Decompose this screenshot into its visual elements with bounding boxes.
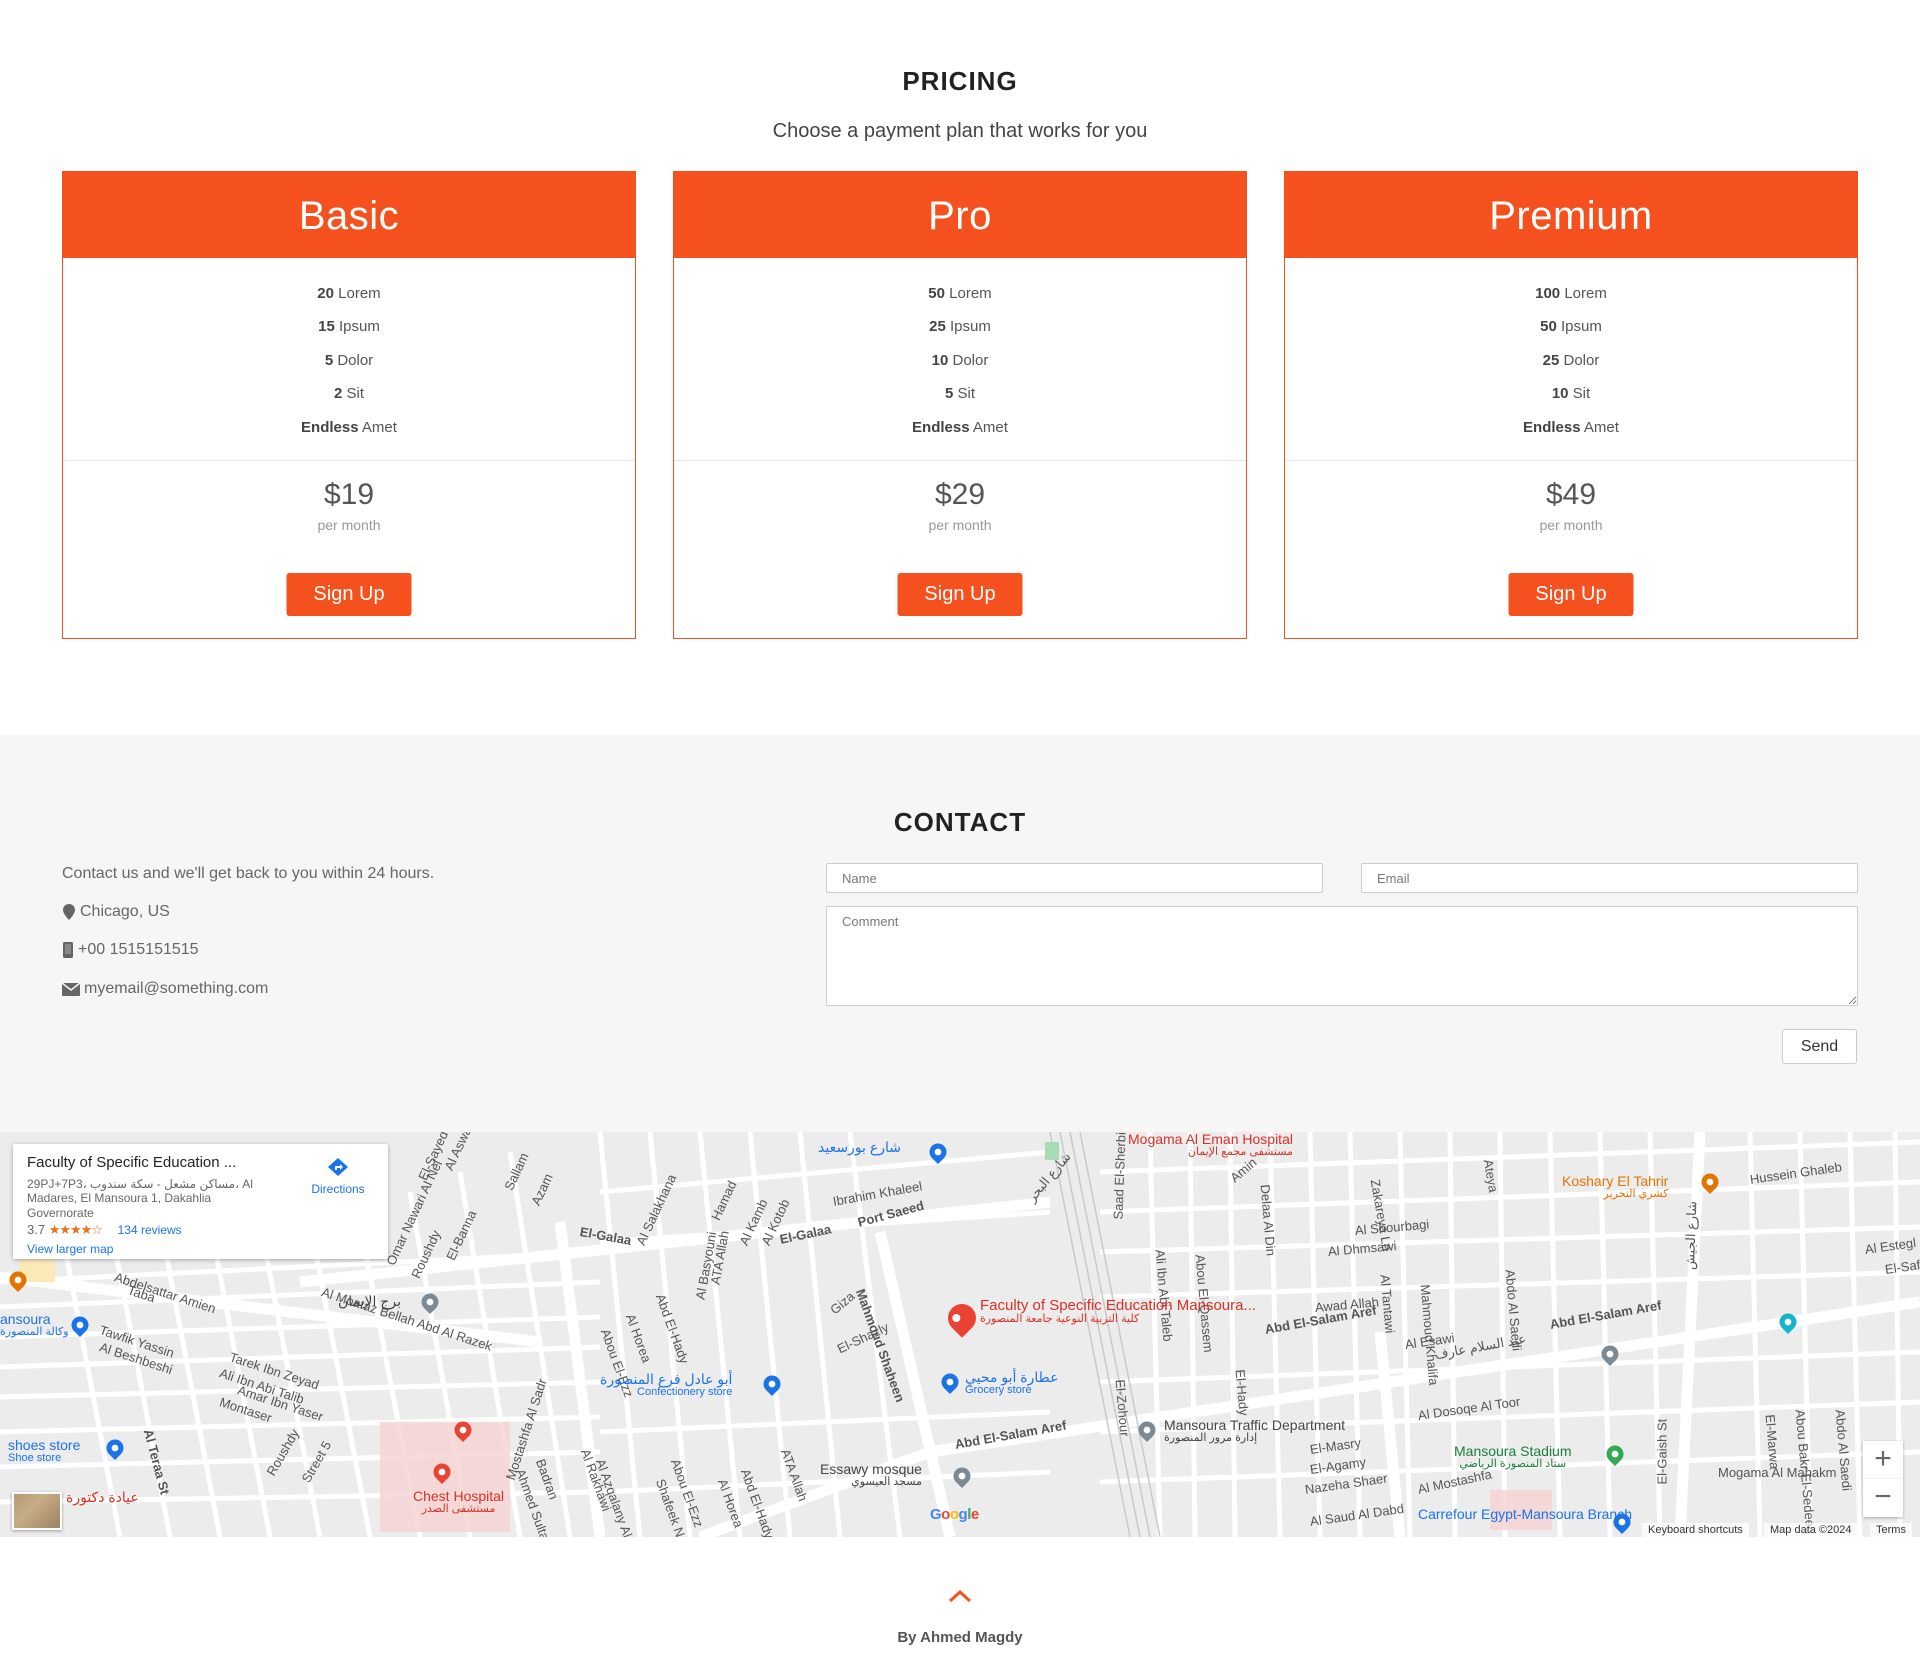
keyboard-shortcuts-link[interactable]: Keyboard shortcuts — [1642, 1523, 1749, 1537]
poi-mogama-hospital[interactable]: Mogama Al Eman Hospital مستشفى مجمع الإيم… — [1128, 1132, 1293, 1158]
card-divider — [674, 460, 1246, 461]
feature-item: 50 Ipsum — [1540, 318, 1602, 336]
street-label: شارع الجيش — [1682, 1200, 1700, 1271]
poi-shoes-store[interactable]: shoes store Shoe store — [8, 1438, 80, 1464]
poi-borg-eman[interactable]: برج الإيمان — [338, 1294, 401, 1309]
feature-item: 100 Lorem — [1535, 285, 1607, 302]
feature-item: 50 Lorem — [928, 285, 992, 302]
satellite-toggle-button[interactable] — [12, 1492, 62, 1530]
phone-icon — [63, 942, 73, 958]
feature-item: 25 Dolor — [1542, 351, 1600, 369]
phone-text: +00 1515151515 — [78, 941, 199, 958]
plan-card-pro: Pro 50 Lorem 25 Ipsum 10 Dolor 5 Sit End… — [673, 171, 1247, 639]
street-label: El-Gaish St — [1654, 1418, 1670, 1485]
location-text: Chicago, US — [80, 903, 170, 920]
map-embed[interactable]: El-Galaa El-Galaa Port Saeed Mahmoud Sha… — [0, 1132, 1920, 1537]
contact-phone: +00 1515151515 — [62, 941, 199, 959]
main-place-label[interactable]: Faculty of Specific Education Mansoura..… — [980, 1298, 1256, 1325]
directions-icon — [328, 1158, 348, 1176]
plan-period: per month — [928, 517, 992, 533]
poi-confectionery[interactable]: أبو عادل فرع المنصورة Confectionery store — [600, 1372, 732, 1398]
rating-value: 3.7 — [27, 1222, 46, 1238]
poi-grocery[interactable]: عطارة أبو محيي Grocery store — [965, 1370, 1058, 1396]
feature-item: 5 Dolor — [324, 351, 374, 369]
feature-item: 10 Sit — [1551, 385, 1591, 403]
feature-item: 15 Ipsum — [318, 318, 380, 336]
send-button[interactable]: Send — [1782, 1029, 1857, 1064]
contact-email: myemail@something.com — [62, 980, 268, 998]
plan-price: $19 — [323, 478, 375, 511]
poi-agency[interactable]: ansoura وكالة المنصورة — [0, 1312, 69, 1338]
signup-button-premium[interactable]: Sign Up — [1508, 573, 1634, 616]
card-divider — [1285, 460, 1857, 461]
plan-name: Pro — [674, 172, 1246, 258]
poi-traffic-dept[interactable]: Mansoura Traffic Department إدارة مرور ال… — [1164, 1418, 1345, 1444]
zoom-out-button[interactable]: − — [1863, 1479, 1903, 1517]
plan-name: Premium — [1285, 172, 1857, 258]
poi-chest-hospital[interactable]: Chest Hospital مستشفى الصدر — [413, 1489, 504, 1515]
contact-title: CONTACT — [893, 807, 1027, 837]
envelope-icon — [62, 982, 80, 996]
terms-link[interactable]: Terms — [1870, 1523, 1912, 1537]
card-divider — [63, 460, 635, 461]
rating-stars-icon: ★★★★☆ — [48, 1222, 103, 1238]
reviews-link[interactable]: 134 reviews — [118, 1223, 182, 1237]
email-text: myemail@something.com — [84, 980, 269, 997]
view-larger-map-link[interactable]: View larger map — [27, 1242, 374, 1256]
page-footer: By Ahmed Magdy — [0, 1537, 1920, 1660]
plan-card-basic: Basic 20 Lorem 15 Ipsum 5 Dolor 2 Sit En… — [62, 171, 636, 639]
plan-period: per month — [1539, 517, 1603, 533]
poi-essawy-mosque[interactable]: Essawy mosque مسجد العيسوي — [820, 1462, 922, 1488]
map-data-credit: Map data ©2024 — [1764, 1523, 1858, 1537]
feature-item: Endless Amet — [301, 418, 397, 436]
pricing-section: PRICING Choose a payment plan that works… — [0, 0, 1920, 735]
plan-name: Basic — [63, 172, 635, 258]
contact-location: Chicago, US — [62, 903, 170, 921]
name-field[interactable] — [826, 863, 1323, 893]
poi-carrefour[interactable]: Carrefour Egypt-Mansoura Branch — [1418, 1507, 1632, 1522]
pricing-title: PRICING — [902, 66, 1018, 96]
plan-period: per month — [317, 517, 381, 533]
feature-item: 2 Sit — [333, 385, 365, 403]
place-rating: 3.7 ★★★★☆ 134 reviews — [27, 1222, 374, 1238]
feature-item: 20 Lorem — [317, 285, 381, 302]
feature-item: 25 Ipsum — [929, 318, 991, 336]
place-address: 29PJ+7P3، مساكن مشعل - سكة سندوب، Al Mad… — [27, 1177, 253, 1220]
map-marker-icon — [63, 904, 75, 920]
contact-section: CONTACT Contact us and we'll get back to… — [0, 735, 1920, 1132]
contact-intro: Contact us and we'll get back to you wit… — [62, 865, 435, 882]
pricing-subtitle: Choose a payment plan that works for you — [772, 120, 1148, 142]
directions-button[interactable]: Directions — [298, 1156, 378, 1196]
google-logo: Google — [930, 1506, 979, 1523]
signup-button-basic[interactable]: Sign Up — [286, 573, 412, 616]
poi-stadium[interactable]: Mansoura Stadium ستاد المنصورة الرياضي — [1454, 1444, 1572, 1470]
plan-card-premium: Premium 100 Lorem 50 Ipsum 25 Dolor 10 S… — [1284, 171, 1858, 639]
poi-clinic[interactable]: عيادة دكتورة — [66, 1490, 139, 1505]
comment-field[interactable] — [826, 906, 1858, 1006]
feature-item: Endless Amet — [1523, 418, 1619, 436]
email-field[interactable] — [1361, 863, 1858, 893]
directions-label: Directions — [311, 1182, 365, 1196]
feature-item: 5 Sit — [944, 385, 976, 403]
chevron-up-icon[interactable] — [947, 1589, 973, 1603]
poi-portsaid-street[interactable]: شارع بورسعيد — [818, 1140, 901, 1155]
plan-price: $29 — [934, 478, 986, 511]
place-info-card: Faculty of Specific Education ... 29PJ+7… — [13, 1144, 388, 1259]
feature-item: 10 Dolor — [931, 351, 989, 369]
feature-item: Endless Amet — [912, 418, 1008, 436]
footer-credit: By Ahmed Magdy — [897, 1629, 1023, 1646]
plan-price: $49 — [1545, 478, 1597, 511]
poi-koshary[interactable]: Koshary El Tahrir كشري التحرير — [1562, 1174, 1668, 1200]
signup-button-pro[interactable]: Sign Up — [897, 573, 1023, 616]
zoom-in-button[interactable]: + — [1863, 1441, 1903, 1479]
